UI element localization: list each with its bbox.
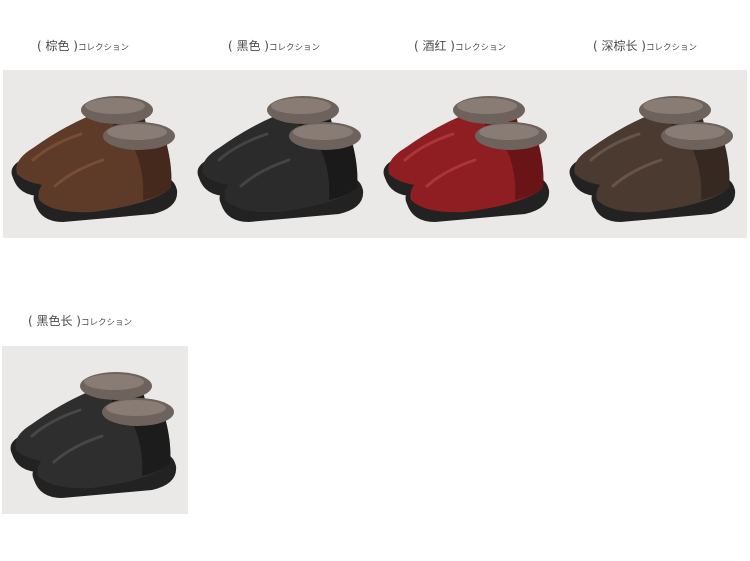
caption-black-long-sub: コレクション xyxy=(81,318,133,328)
boot-illustration xyxy=(189,70,375,238)
caption-black-long-main: ( 黑色长 ) xyxy=(28,314,81,328)
boot-illustration xyxy=(2,346,188,514)
boot-illustration xyxy=(3,70,189,238)
caption-dark-brown-long-sub: コレクション xyxy=(646,43,698,53)
product-image-wine-red[interactable] xyxy=(375,70,561,238)
caption-black-main: ( 黑色 ) xyxy=(228,39,269,53)
boot-illustration xyxy=(375,70,561,238)
product-image-black-long[interactable] xyxy=(2,346,188,514)
product-image-brown[interactable] xyxy=(3,70,189,238)
caption-dark-brown-long: ( 深棕长 )コレクション xyxy=(593,39,697,55)
caption-black-long: ( 黑色长 )コレクション xyxy=(28,314,132,330)
product-image-black[interactable] xyxy=(189,70,375,238)
boot-illustration xyxy=(561,70,747,238)
caption-wine-red: ( 酒红 )コレクション xyxy=(414,39,506,55)
product-image-dark-brown-long[interactable] xyxy=(561,70,747,238)
caption-brown-main: ( 棕色 ) xyxy=(37,39,78,53)
caption-black: ( 黑色 )コレクション xyxy=(228,39,320,55)
caption-wine-red-sub: コレクション xyxy=(455,43,507,53)
caption-wine-red-main: ( 酒红 ) xyxy=(414,39,455,53)
caption-dark-brown-long-main: ( 深棕长 ) xyxy=(593,39,646,53)
caption-black-sub: コレクション xyxy=(269,43,321,53)
caption-brown-sub: コレクション xyxy=(78,43,130,53)
caption-brown: ( 棕色 )コレクション xyxy=(37,39,129,55)
